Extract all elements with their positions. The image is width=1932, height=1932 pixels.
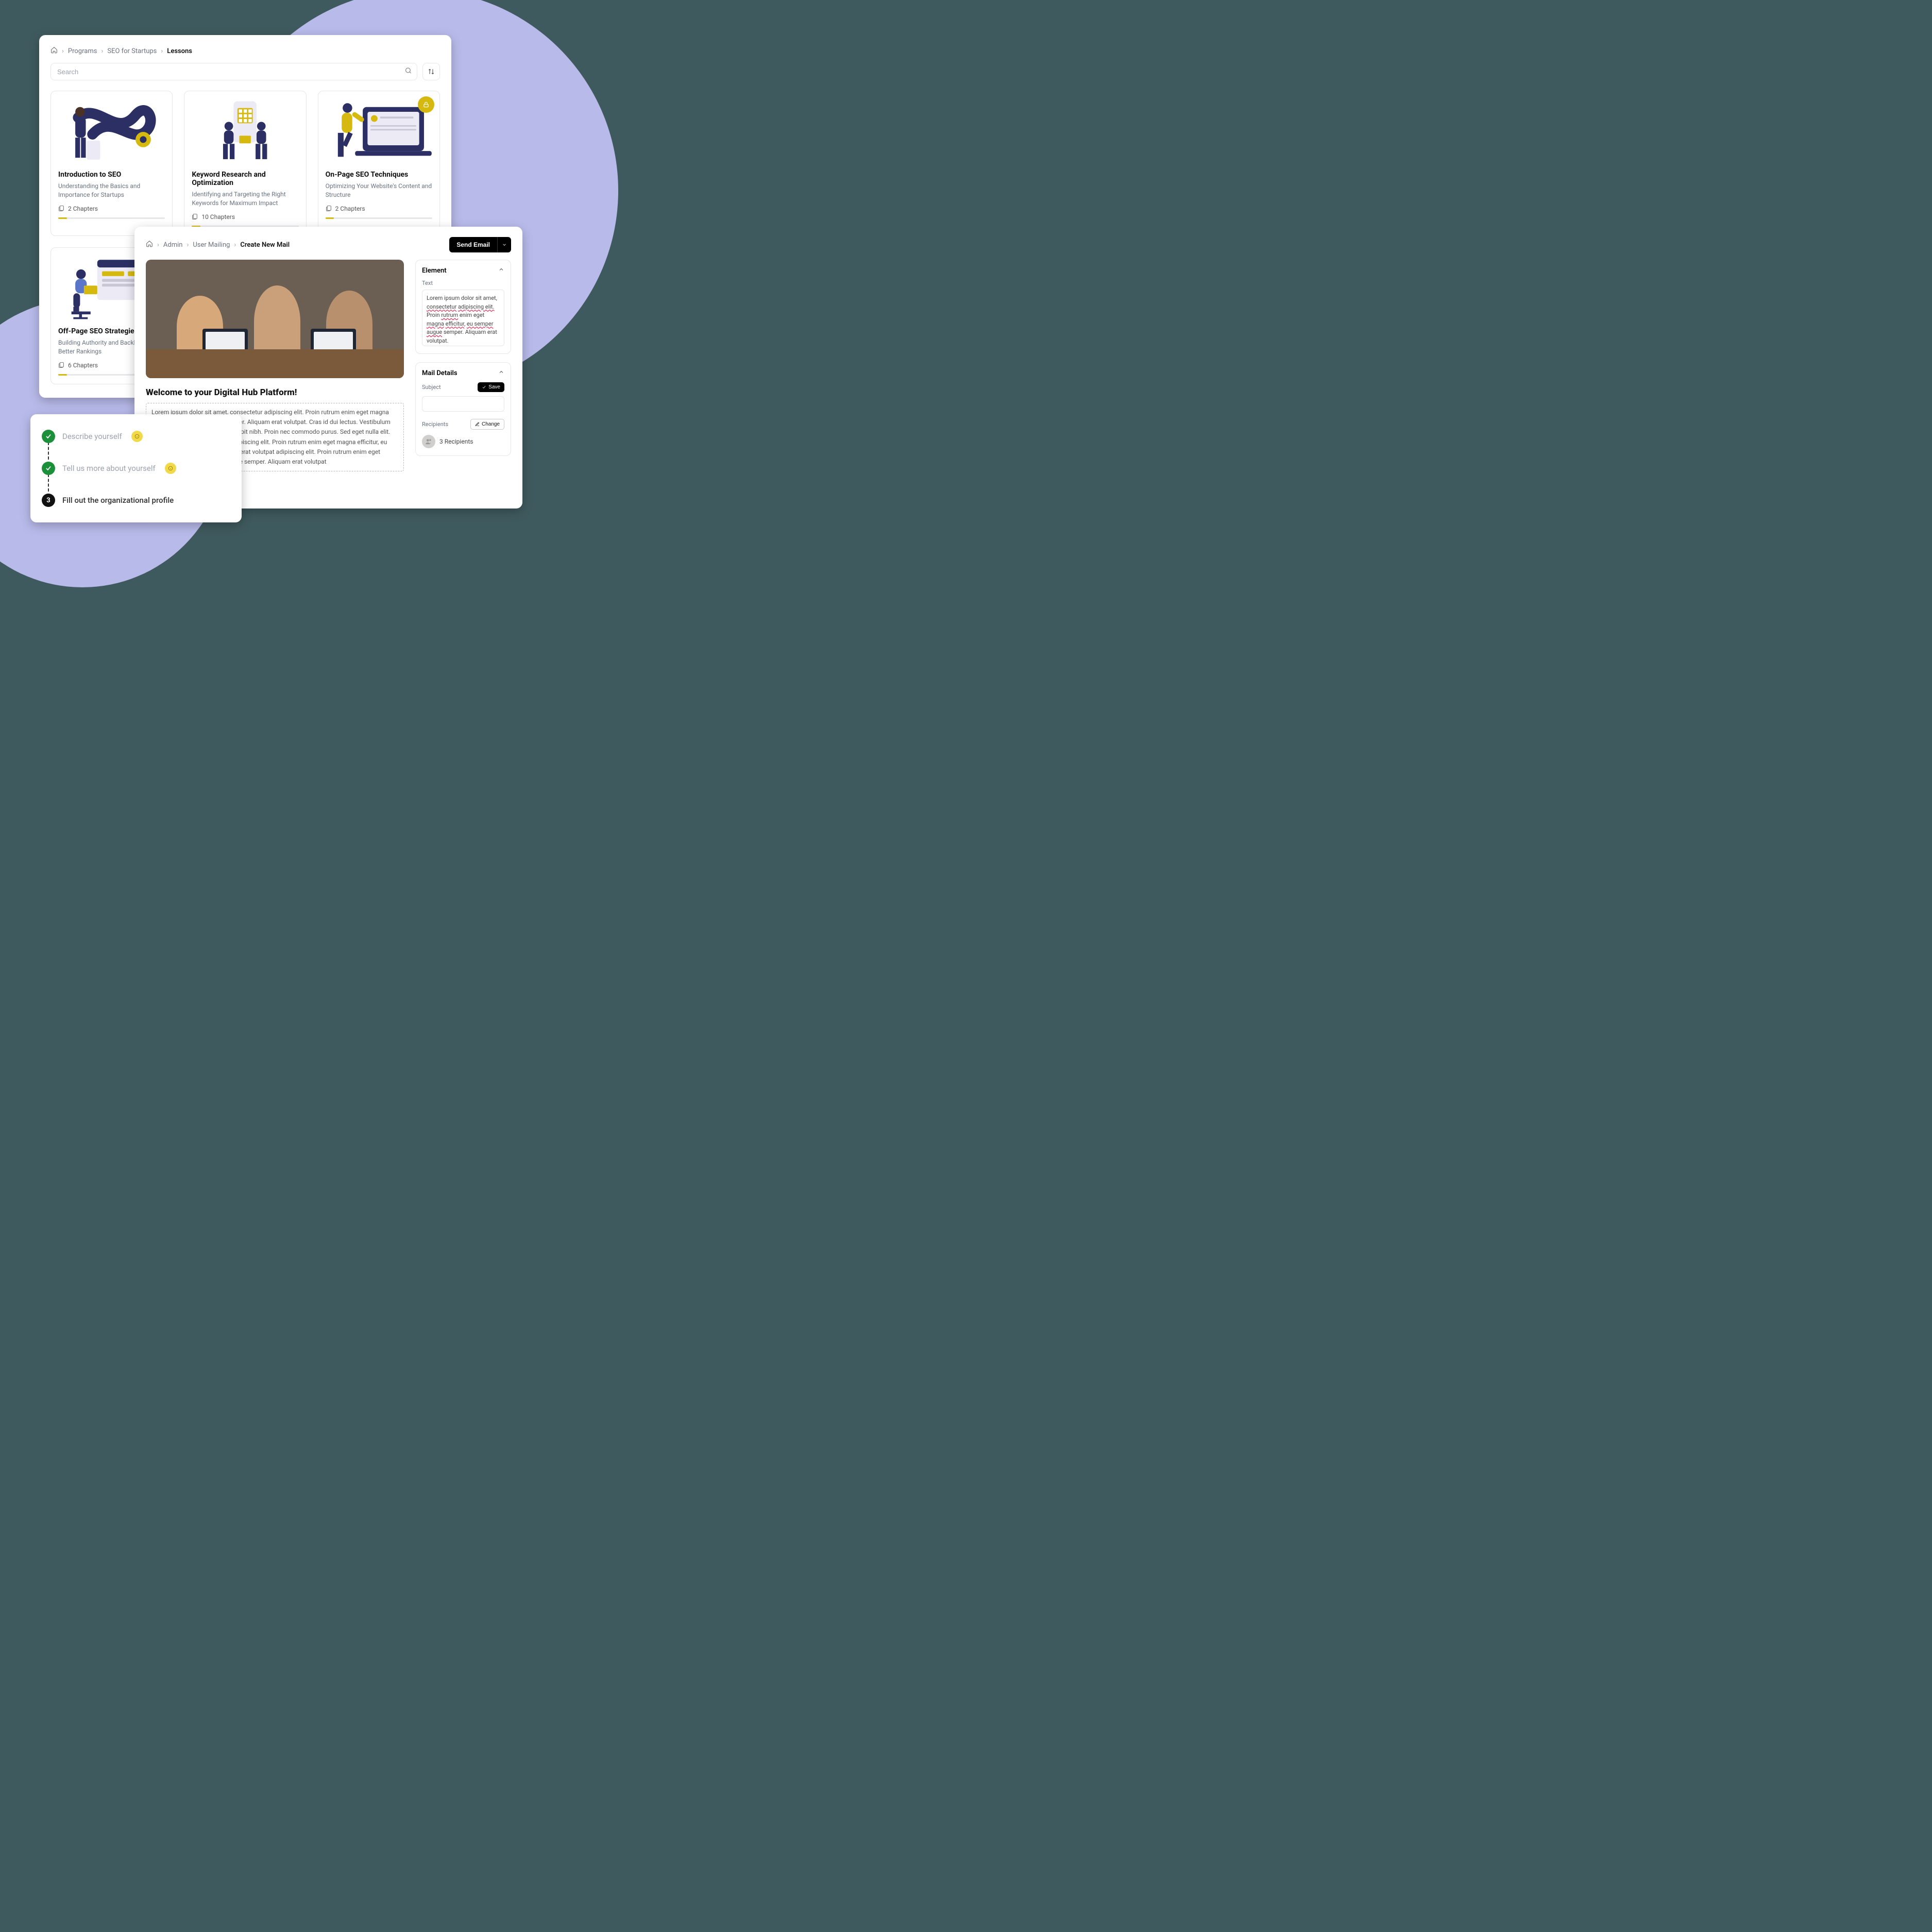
lesson-title: Introduction to SEO bbox=[58, 171, 165, 179]
chevron-right-icon: › bbox=[234, 241, 236, 249]
lesson-illustration bbox=[58, 98, 165, 165]
chapter-count-text: 6 Chapters bbox=[68, 362, 98, 369]
step-item[interactable]: Describe yourself bbox=[42, 427, 230, 459]
mail-heading: Welcome to your Digital Hub Platform! bbox=[146, 387, 404, 398]
chapter-count: 10 Chapters bbox=[192, 213, 298, 221]
home-icon[interactable] bbox=[50, 46, 58, 56]
text-label: Text bbox=[422, 280, 504, 286]
lesson-subtitle: Optimizing Your Website's Content and St… bbox=[326, 182, 432, 200]
check-icon bbox=[42, 430, 55, 443]
breadcrumb-course[interactable]: SEO for Startups bbox=[107, 47, 157, 55]
chevron-up-icon[interactable] bbox=[498, 369, 504, 377]
element-panel: Element Text Lorem ipsum dolor sit amet,… bbox=[415, 260, 511, 354]
lesson-illustration bbox=[192, 98, 298, 165]
breadcrumb-current: Create New Mail bbox=[240, 241, 290, 249]
step-item[interactable]: 3 Fill out the organizational profile bbox=[42, 490, 230, 509]
progress-bar bbox=[326, 217, 432, 219]
send-email-button[interactable]: Send Email bbox=[449, 237, 497, 252]
chapter-count: 2 Chapters bbox=[58, 205, 165, 212]
recipients-count: 3 Recipients bbox=[439, 438, 473, 445]
breadcrumb-mailing[interactable]: User Mailing bbox=[193, 241, 230, 249]
breadcrumb-programs[interactable]: Programs bbox=[68, 47, 97, 55]
recipients-avatar-icon bbox=[422, 435, 435, 448]
lesson-card[interactable]: Keyword Research and Optimization Identi… bbox=[184, 91, 306, 236]
recipients-label: Recipients bbox=[422, 421, 448, 428]
save-button-label: Save bbox=[488, 384, 500, 390]
info-icon[interactable] bbox=[131, 431, 143, 442]
change-button-label: Change bbox=[482, 421, 500, 427]
chapter-count-text: 10 Chapters bbox=[201, 213, 235, 221]
chevron-right-icon: › bbox=[187, 241, 189, 249]
lesson-subtitle: Understanding the Basics and Importance … bbox=[58, 182, 165, 200]
search-input[interactable] bbox=[50, 63, 417, 80]
check-icon bbox=[42, 462, 55, 475]
lesson-illustration bbox=[326, 98, 432, 165]
lock-icon bbox=[418, 96, 434, 113]
save-button[interactable]: Save bbox=[478, 382, 504, 392]
panel-title: Element bbox=[422, 267, 447, 275]
breadcrumb-current: Lessons bbox=[167, 47, 192, 55]
step-label: Fill out the organizational profile bbox=[62, 496, 174, 505]
step-item[interactable]: Tell us more about yourself bbox=[42, 459, 230, 490]
chevron-right-icon: › bbox=[62, 47, 64, 55]
chevron-right-icon: › bbox=[157, 241, 159, 249]
chevron-right-icon: › bbox=[161, 47, 163, 55]
sort-button[interactable] bbox=[422, 63, 440, 80]
element-text-input[interactable]: Lorem ipsum dolor sit amet, consectetur … bbox=[422, 290, 504, 346]
lesson-title: Keyword Research and Optimization bbox=[192, 171, 298, 187]
search-icon bbox=[404, 67, 412, 77]
chapter-count-text: 2 Chapters bbox=[68, 205, 98, 212]
panel-title: Mail Details bbox=[422, 369, 457, 377]
progress-bar bbox=[58, 217, 165, 219]
subject-label: Subject bbox=[422, 384, 441, 391]
change-button[interactable]: Change bbox=[470, 419, 504, 430]
chevron-right-icon: › bbox=[101, 47, 103, 55]
step-label: Tell us more about yourself bbox=[62, 464, 156, 473]
mail-details-panel: Mail Details Subject Save Recipients Cha… bbox=[415, 362, 511, 456]
lesson-subtitle: Identifying and Targeting the Right Keyw… bbox=[192, 190, 298, 208]
lesson-card[interactable]: On-Page SEO Techniques Optimizing Your W… bbox=[318, 91, 440, 236]
subject-input[interactable] bbox=[422, 396, 504, 412]
chapter-count: 2 Chapters bbox=[326, 205, 432, 212]
search-input-wrap bbox=[50, 63, 417, 80]
chapter-count-text: 2 Chapters bbox=[335, 205, 365, 212]
breadcrumb-admin[interactable]: Admin bbox=[163, 241, 183, 249]
step-number-icon: 3 bbox=[42, 494, 55, 507]
lesson-title: On-Page SEO Techniques bbox=[326, 171, 432, 179]
mail-hero-image bbox=[146, 260, 404, 378]
info-icon[interactable] bbox=[165, 463, 176, 474]
home-icon[interactable] bbox=[146, 240, 153, 249]
step-label: Describe yourself bbox=[62, 432, 122, 441]
onboarding-steps-window: Describe yourself Tell us more about you… bbox=[30, 414, 242, 522]
send-email-dropdown[interactable] bbox=[497, 237, 511, 252]
breadcrumb: › Admin › User Mailing › Create New Mail bbox=[146, 240, 290, 249]
chevron-up-icon[interactable] bbox=[498, 266, 504, 275]
breadcrumb: › Programs › SEO for Startups › Lessons bbox=[50, 46, 440, 56]
lesson-card[interactable]: Introduction to SEO Understanding the Ba… bbox=[50, 91, 173, 236]
